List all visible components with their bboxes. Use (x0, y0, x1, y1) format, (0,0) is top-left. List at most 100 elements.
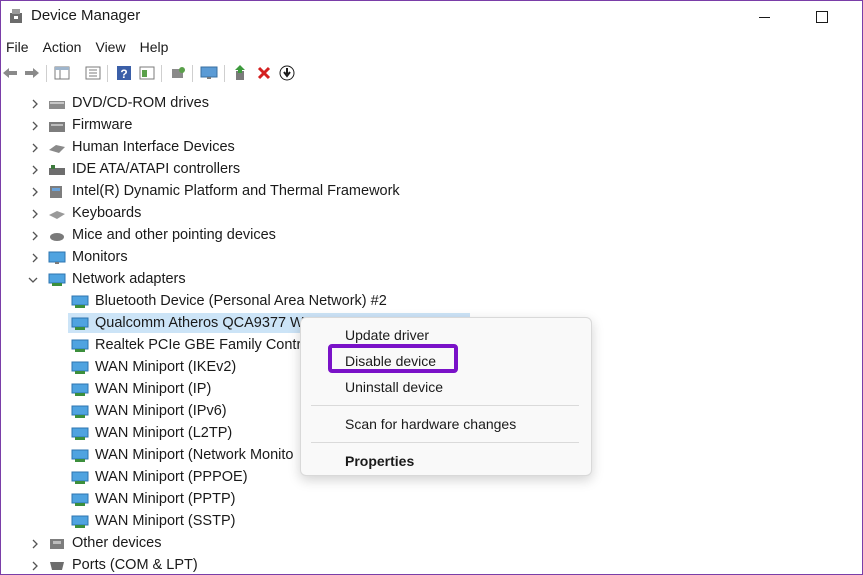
menu-item-uninstall-device[interactable]: Uninstall device (345, 379, 443, 395)
properties-pane-icon (54, 66, 70, 80)
device-manager-window: Device Manager File Action View Help ? D… (0, 0, 863, 575)
hid-icon (49, 145, 65, 153)
menu-view[interactable]: View (95, 36, 125, 58)
menu-item-properties[interactable]: Properties (345, 453, 414, 469)
category-label: Mice and other pointing devices (72, 227, 276, 243)
category-label: Ports (COM & LPT) (72, 557, 198, 573)
ide-controller-icon (49, 165, 65, 175)
minimize-button[interactable] (741, 1, 787, 33)
network-adapter-icon (71, 317, 89, 330)
maximize-button[interactable] (799, 1, 845, 33)
device-label: Qualcomm Atheros QCA9377 W (95, 315, 304, 331)
toolbar-separator (192, 65, 193, 82)
menu-item-scan-hardware[interactable]: Scan for hardware changes (345, 416, 516, 432)
chevron-right-icon (32, 231, 38, 241)
device-label: Realtek PCIe GBE Family Contro (95, 337, 310, 353)
back-arrow-icon (3, 68, 17, 78)
menu-item-update-driver[interactable]: Update driver (345, 327, 429, 343)
forward-button[interactable] (23, 64, 41, 82)
category-label: Network adapters (72, 271, 186, 287)
help-button[interactable]: ? (115, 64, 133, 82)
other-devices-icon (50, 539, 64, 549)
chevron-right-icon (32, 539, 38, 549)
menu-separator (311, 405, 579, 406)
chevron-right-icon (32, 99, 38, 109)
scan-hardware-button[interactable] (169, 64, 187, 82)
back-button[interactable] (1, 64, 19, 82)
minimize-icon (758, 16, 770, 18)
category-label: Intel(R) Dynamic Platform and Thermal Fr… (72, 183, 400, 199)
network-adapter-icon (71, 361, 89, 374)
toolbar-separator (107, 65, 108, 82)
network-adapter-icon (71, 405, 89, 418)
menu-action[interactable]: Action (43, 36, 82, 58)
monitor-icon (48, 251, 66, 264)
chevron-right-icon (32, 209, 38, 219)
context-menu: Update driver Disable device Uninstall d… (300, 317, 592, 476)
svg-text:?: ? (120, 67, 127, 81)
network-adapter-icon (71, 295, 89, 308)
vertical-scrollbar[interactable] (856, 91, 862, 574)
disable-icon (279, 65, 295, 81)
menu-separator (311, 442, 579, 443)
action-pane-button[interactable] (138, 64, 156, 82)
device-label: WAN Miniport (L2TP) (95, 425, 233, 441)
toolbar-separator (46, 65, 47, 82)
device-label: WAN Miniport (SSTP) (95, 513, 236, 529)
title-bar: Device Manager (1, 1, 862, 33)
chevron-right-icon (32, 143, 38, 153)
keyboard-icon (49, 211, 65, 219)
dvd-drive-icon (49, 101, 65, 109)
menu-help[interactable]: Help (140, 36, 169, 58)
network-adapter-icon (48, 273, 66, 286)
scan-hardware-icon (172, 67, 185, 78)
menu-bar: File Action View Help (1, 36, 177, 58)
menu-file[interactable]: File (6, 36, 29, 58)
category-label: IDE ATA/ATAPI controllers (72, 161, 241, 177)
network-adapter-icon (71, 493, 89, 506)
device-manager-icon (10, 9, 22, 23)
network-adapter-icon (71, 515, 89, 528)
chevron-right-icon (32, 253, 38, 263)
forward-arrow-icon (25, 68, 39, 78)
update-driver-icon (235, 65, 245, 80)
list-view-button[interactable] (84, 64, 102, 82)
disable-button[interactable] (278, 64, 296, 82)
chevron-right-icon (32, 187, 38, 197)
category-label: Firmware (72, 117, 133, 133)
properties-pane-button[interactable] (53, 64, 71, 82)
monitor-button[interactable] (200, 64, 218, 82)
network-adapter-icon (71, 449, 89, 462)
uninstall-button[interactable] (255, 64, 273, 82)
category-label: Human Interface Devices (72, 139, 235, 155)
chevron-right-icon (32, 561, 38, 571)
maximize-icon (816, 11, 828, 23)
firmware-icon (49, 122, 65, 132)
action-pane-icon (139, 66, 155, 80)
mouse-icon (50, 233, 64, 241)
chevron-down-icon (28, 277, 38, 283)
platform-framework-icon (50, 186, 62, 198)
list-view-icon (85, 66, 101, 80)
chevron-right-icon (32, 121, 38, 131)
disable-device-highlight (328, 344, 458, 373)
device-label: WAN Miniport (IP) (95, 381, 212, 397)
monitor-icon (200, 66, 218, 79)
chevron-right-icon (32, 165, 38, 175)
toolbar-separator (161, 65, 162, 82)
device-label: WAN Miniport (IPv6) (95, 403, 227, 419)
uninstall-icon (257, 66, 271, 80)
category-label: Other devices (72, 535, 162, 551)
ports-icon (50, 562, 64, 570)
network-adapter-icon (71, 471, 89, 484)
update-driver-button[interactable] (232, 64, 250, 82)
toolbar-separator (224, 65, 225, 82)
window-title: Device Manager (31, 7, 141, 24)
help-icon: ? (117, 66, 131, 81)
device-label: WAN Miniport (PPTP) (95, 491, 236, 507)
network-adapter-icon (71, 339, 89, 352)
network-adapter-icon (71, 427, 89, 440)
device-label: WAN Miniport (PPPOE) (95, 469, 248, 485)
category-label: DVD/CD-ROM drives (72, 95, 209, 111)
toolbar: ? (1, 62, 862, 85)
